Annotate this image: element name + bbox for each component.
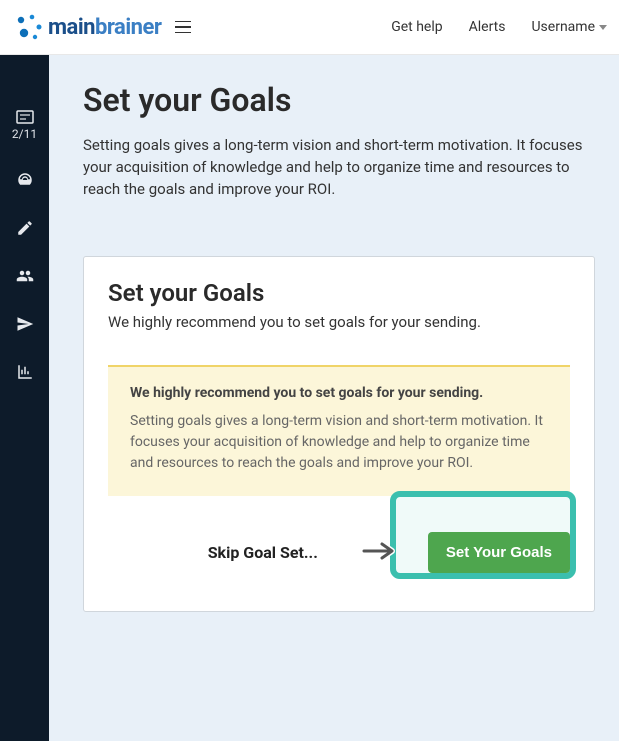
users-icon[interactable] (16, 267, 34, 285)
sidebar: 2/11 (0, 55, 49, 741)
content-area: Set your Goals Setting goals gives a lon… (49, 55, 619, 741)
topnav: Get help Alerts Username (391, 19, 607, 35)
dashboard-icon[interactable] (16, 171, 34, 189)
set-goals-button[interactable]: Set Your Goals (428, 532, 570, 573)
chart-icon[interactable] (16, 363, 34, 381)
get-help-link[interactable]: Get help (391, 19, 442, 35)
sidebar-counter-text: 2/11 (12, 127, 37, 141)
sidebar-progress-counter[interactable]: 2/11 (12, 110, 37, 141)
logo-text: mainbrainer (48, 15, 161, 40)
pointer-arrow-icon (362, 539, 398, 567)
goals-card: Set your Goals We highly recommend you t… (83, 256, 595, 612)
card-subtitle: We highly recommend you to set goals for… (108, 313, 570, 331)
card-title: Set your Goals (108, 279, 570, 307)
chevron-down-icon (599, 25, 607, 30)
recommendation-alert: We highly recommend you to set goals for… (108, 365, 570, 496)
card-actions: Skip Goal Set... Set Your Goals (108, 532, 570, 573)
page-title: Set your Goals (83, 81, 595, 119)
username-label: Username (531, 19, 595, 35)
logo[interactable]: mainbrainer (12, 11, 161, 43)
edit-icon[interactable] (16, 219, 34, 237)
hamburger-icon[interactable] (175, 21, 191, 34)
skip-link[interactable]: Skip Goal Set... (208, 543, 318, 562)
alert-body: Setting goals gives a long-term vision a… (130, 411, 548, 474)
logo-dots-icon (12, 11, 44, 43)
page-description: Setting goals gives a long-term vision a… (83, 135, 583, 200)
username-dropdown[interactable]: Username (531, 19, 607, 35)
topbar: mainbrainer Get help Alerts Username (0, 0, 619, 55)
send-icon[interactable] (16, 315, 34, 333)
clipboard-icon (16, 110, 34, 124)
alert-title: We highly recommend you to set goals for… (130, 385, 548, 401)
alerts-link[interactable]: Alerts (469, 19, 506, 35)
